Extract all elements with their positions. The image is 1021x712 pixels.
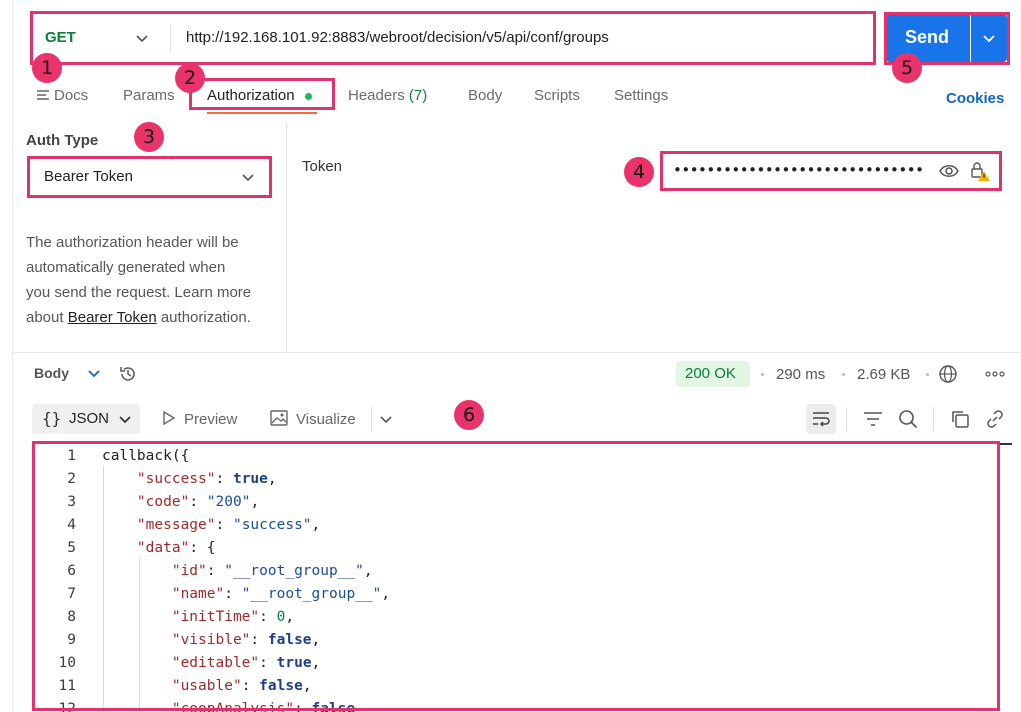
callout-badge-5: 5 <box>892 53 922 83</box>
tab-docs[interactable]: Docs <box>36 87 88 105</box>
braces-icon: {} <box>42 409 62 428</box>
preview-button[interactable]: Preview <box>162 410 237 430</box>
visualize-button[interactable]: Visualize <box>270 410 356 430</box>
callout-badge-1: 1 <box>32 53 62 83</box>
chevron-down-icon[interactable] <box>378 411 394 427</box>
toolbar-divider <box>846 407 847 431</box>
url-bar-highlight <box>30 11 876 65</box>
callout-badge-6: 6 <box>454 400 484 430</box>
tab-body[interactable]: Body <box>468 87 502 104</box>
tab-scripts[interactable]: Scripts <box>534 87 580 104</box>
tab-headers[interactable]: Headers (7) <box>348 87 427 104</box>
dot-separator <box>926 373 929 376</box>
copy-icon[interactable] <box>949 408 971 430</box>
tab-active-underline <box>207 112 317 114</box>
token-highlight <box>660 151 1002 191</box>
chevron-down-icon <box>87 366 101 383</box>
toolbar-divider <box>933 407 934 431</box>
toolbar-divider <box>371 407 372 431</box>
callout-badge-4: 4 <box>624 157 654 187</box>
docs-icon <box>36 88 50 105</box>
link-icon[interactable] <box>984 408 1006 430</box>
history-icon[interactable] <box>117 363 139 385</box>
tab-settings[interactable]: Settings <box>614 87 668 104</box>
auth-panel-divider <box>286 122 287 352</box>
response-time[interactable]: 290 ms <box>776 366 825 383</box>
tab-params[interactable]: Params <box>123 87 175 104</box>
cookies-link[interactable]: Cookies <box>946 90 1004 107</box>
code-area-edge <box>1000 443 1012 445</box>
request-response-divider <box>12 352 1021 353</box>
callout-badge-3: 3 <box>134 122 164 152</box>
response-body-selector[interactable]: Body <box>34 365 101 383</box>
chevron-down-icon <box>118 412 132 431</box>
authorization-highlight <box>189 78 335 110</box>
auth-type-label: Auth Type <box>26 132 99 149</box>
dot-separator <box>842 373 845 376</box>
image-icon <box>270 410 288 430</box>
token-label: Token <box>302 158 343 175</box>
play-icon <box>162 410 176 430</box>
wrap-lines-icon[interactable] <box>806 404 836 434</box>
status-badge[interactable]: 200 OK <box>676 361 750 387</box>
callout-badge-2: 2 <box>175 63 205 93</box>
bearer-token-link[interactable]: Bearer Token <box>68 309 157 326</box>
response-size[interactable]: 2.69 KB <box>857 366 910 383</box>
code-viewer-highlight <box>32 441 1000 711</box>
filter-icon[interactable] <box>862 408 884 430</box>
auth-help-text: The authorization header will be automat… <box>26 234 252 326</box>
globe-icon[interactable] <box>937 363 959 385</box>
dot-separator <box>761 373 764 376</box>
format-selector[interactable]: {} JSON <box>32 404 140 434</box>
search-icon[interactable] <box>897 408 919 430</box>
auth-type-highlight <box>27 156 272 198</box>
more-options-icon[interactable] <box>984 366 1006 382</box>
